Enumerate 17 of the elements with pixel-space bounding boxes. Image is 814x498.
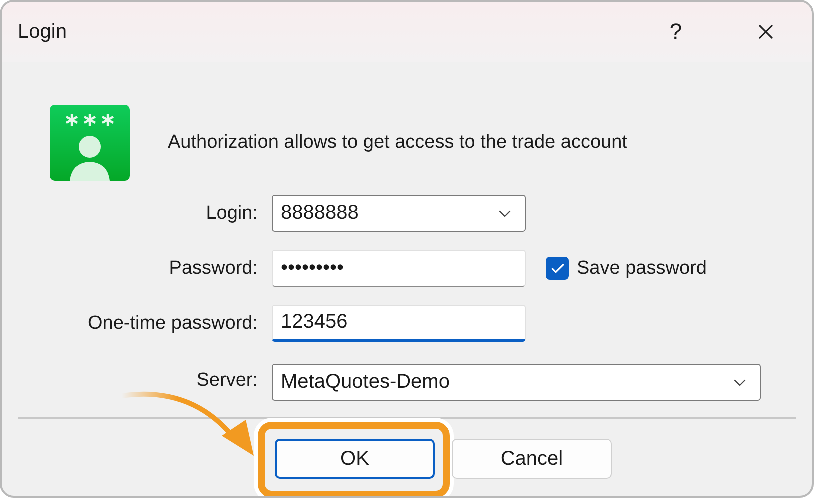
checkbox-label: Save password <box>577 258 707 280</box>
save-password-checkbox[interactable]: Save password <box>546 257 761 280</box>
ok-button[interactable]: OK <box>275 439 435 479</box>
field-label: Server: <box>196 370 258 392</box>
window-title: Login <box>18 20 68 44</box>
field-label: Password: <box>169 258 258 280</box>
field-label: One-time password: <box>88 312 258 334</box>
help-button[interactable]: ? <box>656 12 696 52</box>
password-field[interactable]: ••••••••• <box>272 250 526 287</box>
combo-box[interactable]: MetaQuotes-Demo <box>272 364 761 401</box>
input-field[interactable]: 123456 <box>272 305 526 342</box>
field-label: Login: <box>206 202 258 224</box>
checkbox[interactable] <box>546 257 569 280</box>
cancel-button[interactable]: Cancel <box>452 439 612 479</box>
user-password-icon <box>50 105 130 181</box>
combo-box[interactable]: 8888888 <box>272 195 526 232</box>
authorization-message: Authorization allows to get access to the trade account <box>168 132 628 154</box>
